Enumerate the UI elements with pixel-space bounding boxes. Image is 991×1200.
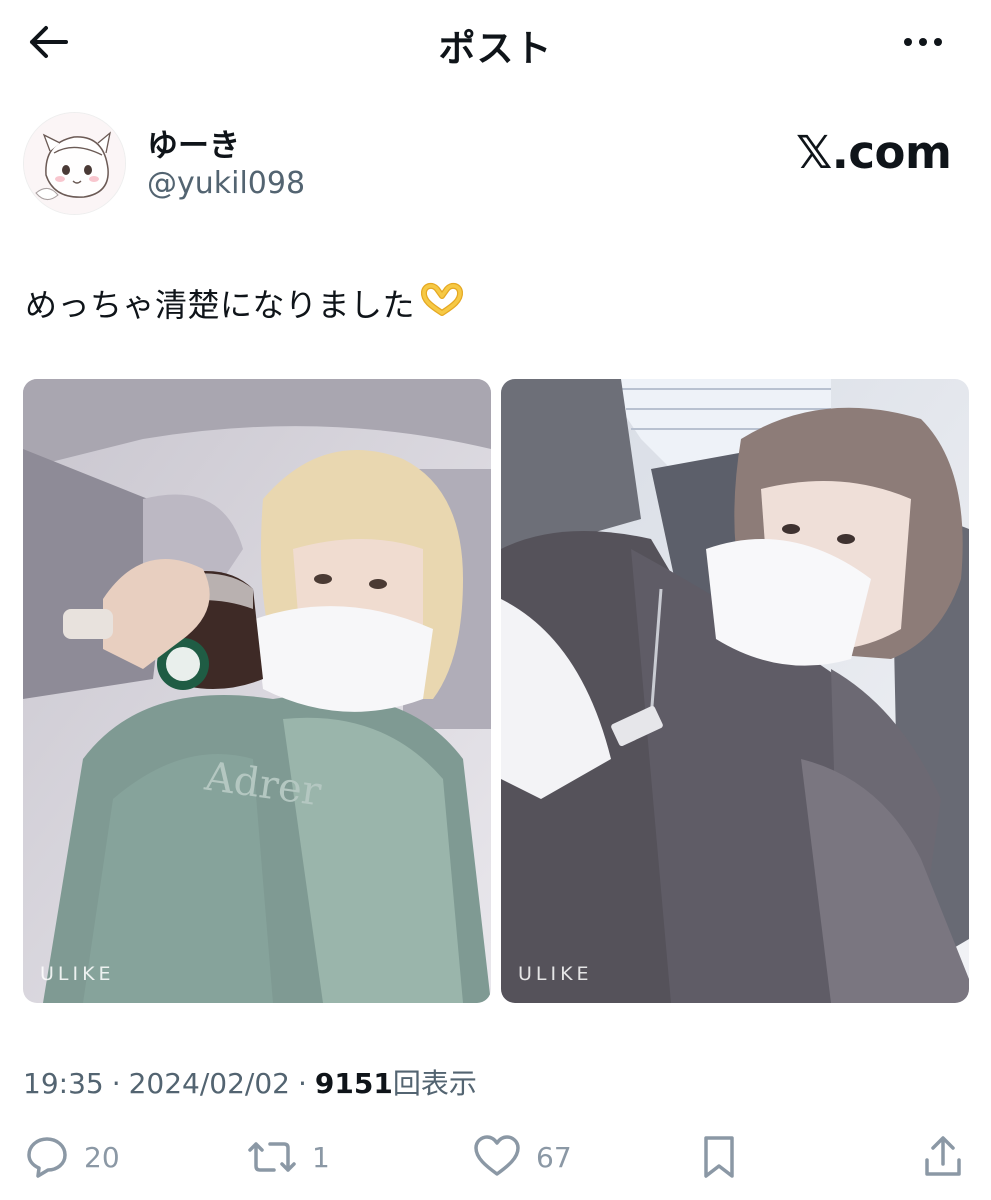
bookmark-button[interactable]: [698, 1134, 740, 1180]
more-options-button[interactable]: [893, 22, 953, 62]
ulike-watermark: ULIKE: [518, 963, 593, 985]
repost-button[interactable]: 1: [246, 1134, 330, 1180]
x-watermark: 𝕏.com: [796, 126, 952, 179]
top-bar: ポスト: [0, 0, 991, 86]
post-time: 19:35: [23, 1067, 104, 1100]
post-photo-2[interactable]: ULIKE: [501, 379, 969, 1003]
post-text-body: めっちゃ清楚になりました: [25, 286, 416, 324]
action-bar: 20 1 67: [0, 1128, 991, 1198]
page-title: ポスト: [438, 27, 553, 70]
post-text: めっちゃ清楚になりました: [25, 280, 465, 326]
repost-icon: [248, 1142, 296, 1172]
meta-separator: ·: [298, 1067, 307, 1100]
meta-separator: ·: [111, 1067, 121, 1100]
post-meta: 19:35 · 2024/02/02 · 9151 回表示: [23, 1062, 477, 1102]
more-dot-icon: [934, 38, 942, 46]
share-button[interactable]: [922, 1134, 964, 1180]
more-dot-icon: [919, 38, 927, 46]
like-count: 67: [536, 1140, 572, 1174]
bookmark-icon: [704, 1136, 734, 1178]
repost-count: 1: [312, 1140, 330, 1174]
view-count-label: 回表示: [392, 1067, 477, 1100]
like-button[interactable]: 67: [472, 1134, 572, 1180]
heart-hands-icon: [419, 281, 465, 325]
avatar[interactable]: [23, 112, 126, 215]
share-icon: [925, 1136, 961, 1176]
ulike-watermark: ULIKE: [40, 963, 115, 985]
view-count: 9151: [314, 1067, 393, 1100]
post-date: 2024/02/02: [128, 1067, 290, 1100]
display-name[interactable]: ゆーき: [147, 120, 240, 165]
more-dot-icon: [904, 38, 912, 46]
post-photo-1[interactable]: Adrer ULIKE: [23, 379, 491, 1003]
reply-button[interactable]: 20: [24, 1134, 120, 1180]
heart-icon: [474, 1135, 520, 1176]
reply-icon: [27, 1137, 67, 1178]
reply-count: 20: [84, 1140, 120, 1174]
user-handle[interactable]: @yukil098: [147, 166, 305, 201]
